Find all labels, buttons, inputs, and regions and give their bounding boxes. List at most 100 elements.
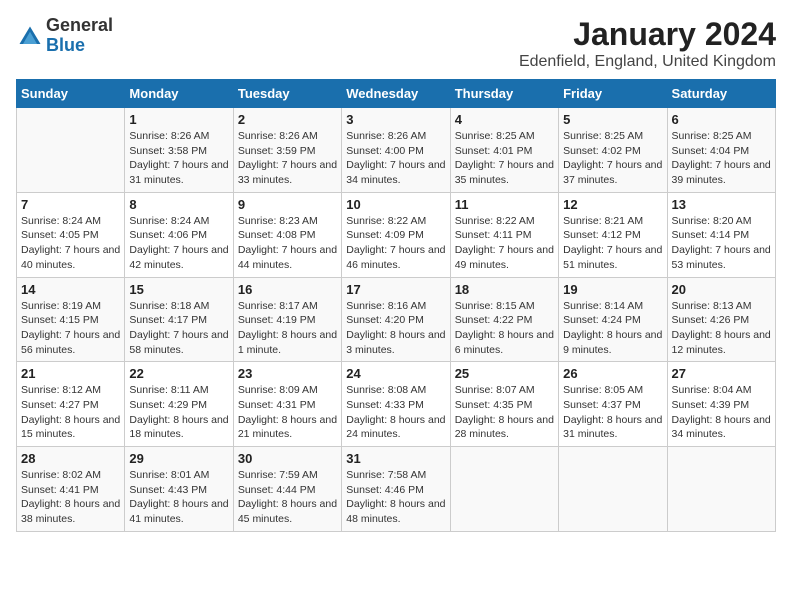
day-info: Sunrise: 8:24 AMSunset: 4:05 PMDaylight:… [21, 214, 120, 273]
day-number: 25 [455, 366, 554, 381]
header-monday: Monday [125, 80, 233, 108]
day-info: Sunrise: 8:25 AMSunset: 4:02 PMDaylight:… [563, 129, 662, 188]
calendar-week-1: 1Sunrise: 8:26 AMSunset: 3:58 PMDaylight… [17, 108, 776, 193]
logo-blue-text: Blue [46, 35, 85, 55]
table-row: 13 Sunrise: 8:20 AMSunset: 4:14 PMDayligh… [667, 192, 775, 277]
day-info: Sunrise: 8:20 AMSunset: 4:14 PMDaylight:… [672, 214, 771, 273]
page-title: January 2024 [519, 16, 776, 53]
day-number: 10 [346, 197, 445, 212]
day-number: 23 [238, 366, 337, 381]
day-number: 15 [129, 282, 228, 297]
table-row: 9 Sunrise: 8:23 AMSunset: 4:08 PMDaylight… [233, 192, 341, 277]
table-row: 21Sunrise: 8:12 AMSunset: 4:27 PMDayligh… [17, 362, 125, 447]
table-row: 2 Sunrise: 8:26 AMSunset: 3:59 PMDaylight… [233, 108, 341, 193]
page-header: General Blue January 2024 Edenfield, Eng… [16, 16, 776, 71]
table-row: 5 Sunrise: 8:25 AMSunset: 4:02 PMDaylight… [559, 108, 667, 193]
table-row: 1Sunrise: 8:26 AMSunset: 3:58 PMDaylight… [125, 108, 233, 193]
day-info: Sunrise: 8:22 AMSunset: 4:11 PMDaylight:… [455, 214, 554, 273]
day-info: Sunrise: 8:18 AMSunset: 4:17 PMDaylight:… [129, 299, 228, 358]
day-number: 19 [563, 282, 662, 297]
day-info: Sunrise: 8:26 AMSunset: 3:58 PMDaylight:… [129, 129, 228, 188]
day-number: 31 [346, 451, 445, 466]
day-info: Sunrise: 8:04 AMSunset: 4:39 PMDaylight:… [672, 383, 771, 442]
day-info: Sunrise: 8:25 AMSunset: 4:04 PMDaylight:… [672, 129, 771, 188]
table-row: 25 Sunrise: 8:07 AMSunset: 4:35 PMDayligh… [450, 362, 558, 447]
day-number: 26 [563, 366, 662, 381]
logo-general-text: General [46, 15, 113, 35]
logo: General Blue [16, 16, 113, 56]
calendar-week-5: 28 Sunrise: 8:02 AMSunset: 4:41 PMDayligh… [17, 447, 776, 532]
table-row: 11 Sunrise: 8:22 AMSunset: 4:11 PMDayligh… [450, 192, 558, 277]
table-row [559, 447, 667, 532]
calendar-week-3: 14 Sunrise: 8:19 AMSunset: 4:15 PMDayligh… [17, 277, 776, 362]
table-row: 20 Sunrise: 8:13 AMSunset: 4:26 PMDayligh… [667, 277, 775, 362]
table-row: 12 Sunrise: 8:21 AMSunset: 4:12 PMDayligh… [559, 192, 667, 277]
table-row: 23 Sunrise: 8:09 AMSunset: 4:31 PMDayligh… [233, 362, 341, 447]
table-row [667, 447, 775, 532]
day-number: 5 [563, 112, 662, 127]
page-subtitle: Edenfield, England, United Kingdom [519, 53, 776, 71]
table-row: 19 Sunrise: 8:14 AMSunset: 4:24 PMDayligh… [559, 277, 667, 362]
day-info: Sunrise: 8:23 AMSunset: 4:08 PMDaylight:… [238, 214, 337, 273]
header-friday: Friday [559, 80, 667, 108]
table-row: 18 Sunrise: 8:15 AMSunset: 4:22 PMDayligh… [450, 277, 558, 362]
day-number: 21 [21, 366, 120, 381]
calendar-table: Sunday Monday Tuesday Wednesday Thursday… [16, 79, 776, 532]
day-info: Sunrise: 8:05 AMSunset: 4:37 PMDaylight:… [563, 383, 662, 442]
day-info: Sunrise: 8:15 AMSunset: 4:22 PMDaylight:… [455, 299, 554, 358]
table-row [17, 108, 125, 193]
table-row: 3Sunrise: 8:26 AMSunset: 4:00 PMDaylight… [342, 108, 450, 193]
day-number: 18 [455, 282, 554, 297]
day-number: 3 [346, 112, 445, 127]
table-row: 27 Sunrise: 8:04 AMSunset: 4:39 PMDayligh… [667, 362, 775, 447]
day-info: Sunrise: 8:13 AMSunset: 4:26 PMDaylight:… [672, 299, 771, 358]
day-info: Sunrise: 8:08 AMSunset: 4:33 PMDaylight:… [346, 383, 445, 442]
day-info: Sunrise: 8:02 AMSunset: 4:41 PMDaylight:… [21, 468, 120, 527]
day-info: Sunrise: 8:24 AMSunset: 4:06 PMDaylight:… [129, 214, 228, 273]
day-info: Sunrise: 8:17 AMSunset: 4:19 PMDaylight:… [238, 299, 337, 358]
table-row: 10Sunrise: 8:22 AMSunset: 4:09 PMDayligh… [342, 192, 450, 277]
day-number: 14 [21, 282, 120, 297]
header-thursday: Thursday [450, 80, 558, 108]
day-number: 28 [21, 451, 120, 466]
day-info: Sunrise: 7:59 AMSunset: 4:44 PMDaylight:… [238, 468, 337, 527]
day-number: 30 [238, 451, 337, 466]
table-row: 15 Sunrise: 8:18 AMSunset: 4:17 PMDayligh… [125, 277, 233, 362]
day-info: Sunrise: 8:09 AMSunset: 4:31 PMDaylight:… [238, 383, 337, 442]
day-number: 2 [238, 112, 337, 127]
day-info: Sunrise: 8:16 AMSunset: 4:20 PMDaylight:… [346, 299, 445, 358]
table-row: 31 Sunrise: 7:58 AMSunset: 4:46 PMDayligh… [342, 447, 450, 532]
table-row: 4Sunrise: 8:25 AMSunset: 4:01 PMDaylight… [450, 108, 558, 193]
day-info: Sunrise: 8:21 AMSunset: 4:12 PMDaylight:… [563, 214, 662, 273]
day-info: Sunrise: 8:19 AMSunset: 4:15 PMDaylight:… [21, 299, 120, 358]
logo-icon [16, 23, 44, 51]
day-number: 4 [455, 112, 554, 127]
header-saturday: Saturday [667, 80, 775, 108]
table-row: 22 Sunrise: 8:11 AMSunset: 4:29 PMDayligh… [125, 362, 233, 447]
day-number: 12 [563, 197, 662, 212]
day-info: Sunrise: 8:11 AMSunset: 4:29 PMDaylight:… [129, 383, 228, 442]
table-row: 16 Sunrise: 8:17 AMSunset: 4:19 PMDayligh… [233, 277, 341, 362]
day-number: 29 [129, 451, 228, 466]
day-number: 7 [21, 197, 120, 212]
day-number: 13 [672, 197, 771, 212]
day-number: 20 [672, 282, 771, 297]
table-row: 24Sunrise: 8:08 AMSunset: 4:33 PMDayligh… [342, 362, 450, 447]
day-number: 27 [672, 366, 771, 381]
day-number: 22 [129, 366, 228, 381]
table-row: 30 Sunrise: 7:59 AMSunset: 4:44 PMDayligh… [233, 447, 341, 532]
day-number: 9 [238, 197, 337, 212]
day-info: Sunrise: 7:58 AMSunset: 4:46 PMDaylight:… [346, 468, 445, 527]
day-number: 11 [455, 197, 554, 212]
title-block: January 2024 Edenfield, England, United … [519, 16, 776, 71]
table-row: 26 Sunrise: 8:05 AMSunset: 4:37 PMDayligh… [559, 362, 667, 447]
calendar-week-4: 21Sunrise: 8:12 AMSunset: 4:27 PMDayligh… [17, 362, 776, 447]
header-wednesday: Wednesday [342, 80, 450, 108]
day-number: 6 [672, 112, 771, 127]
day-info: Sunrise: 8:14 AMSunset: 4:24 PMDaylight:… [563, 299, 662, 358]
day-info: Sunrise: 8:26 AMSunset: 3:59 PMDaylight:… [238, 129, 337, 188]
table-row: 17Sunrise: 8:16 AMSunset: 4:20 PMDayligh… [342, 277, 450, 362]
day-number: 16 [238, 282, 337, 297]
calendar-header-row: Sunday Monday Tuesday Wednesday Thursday… [17, 80, 776, 108]
day-info: Sunrise: 8:07 AMSunset: 4:35 PMDaylight:… [455, 383, 554, 442]
